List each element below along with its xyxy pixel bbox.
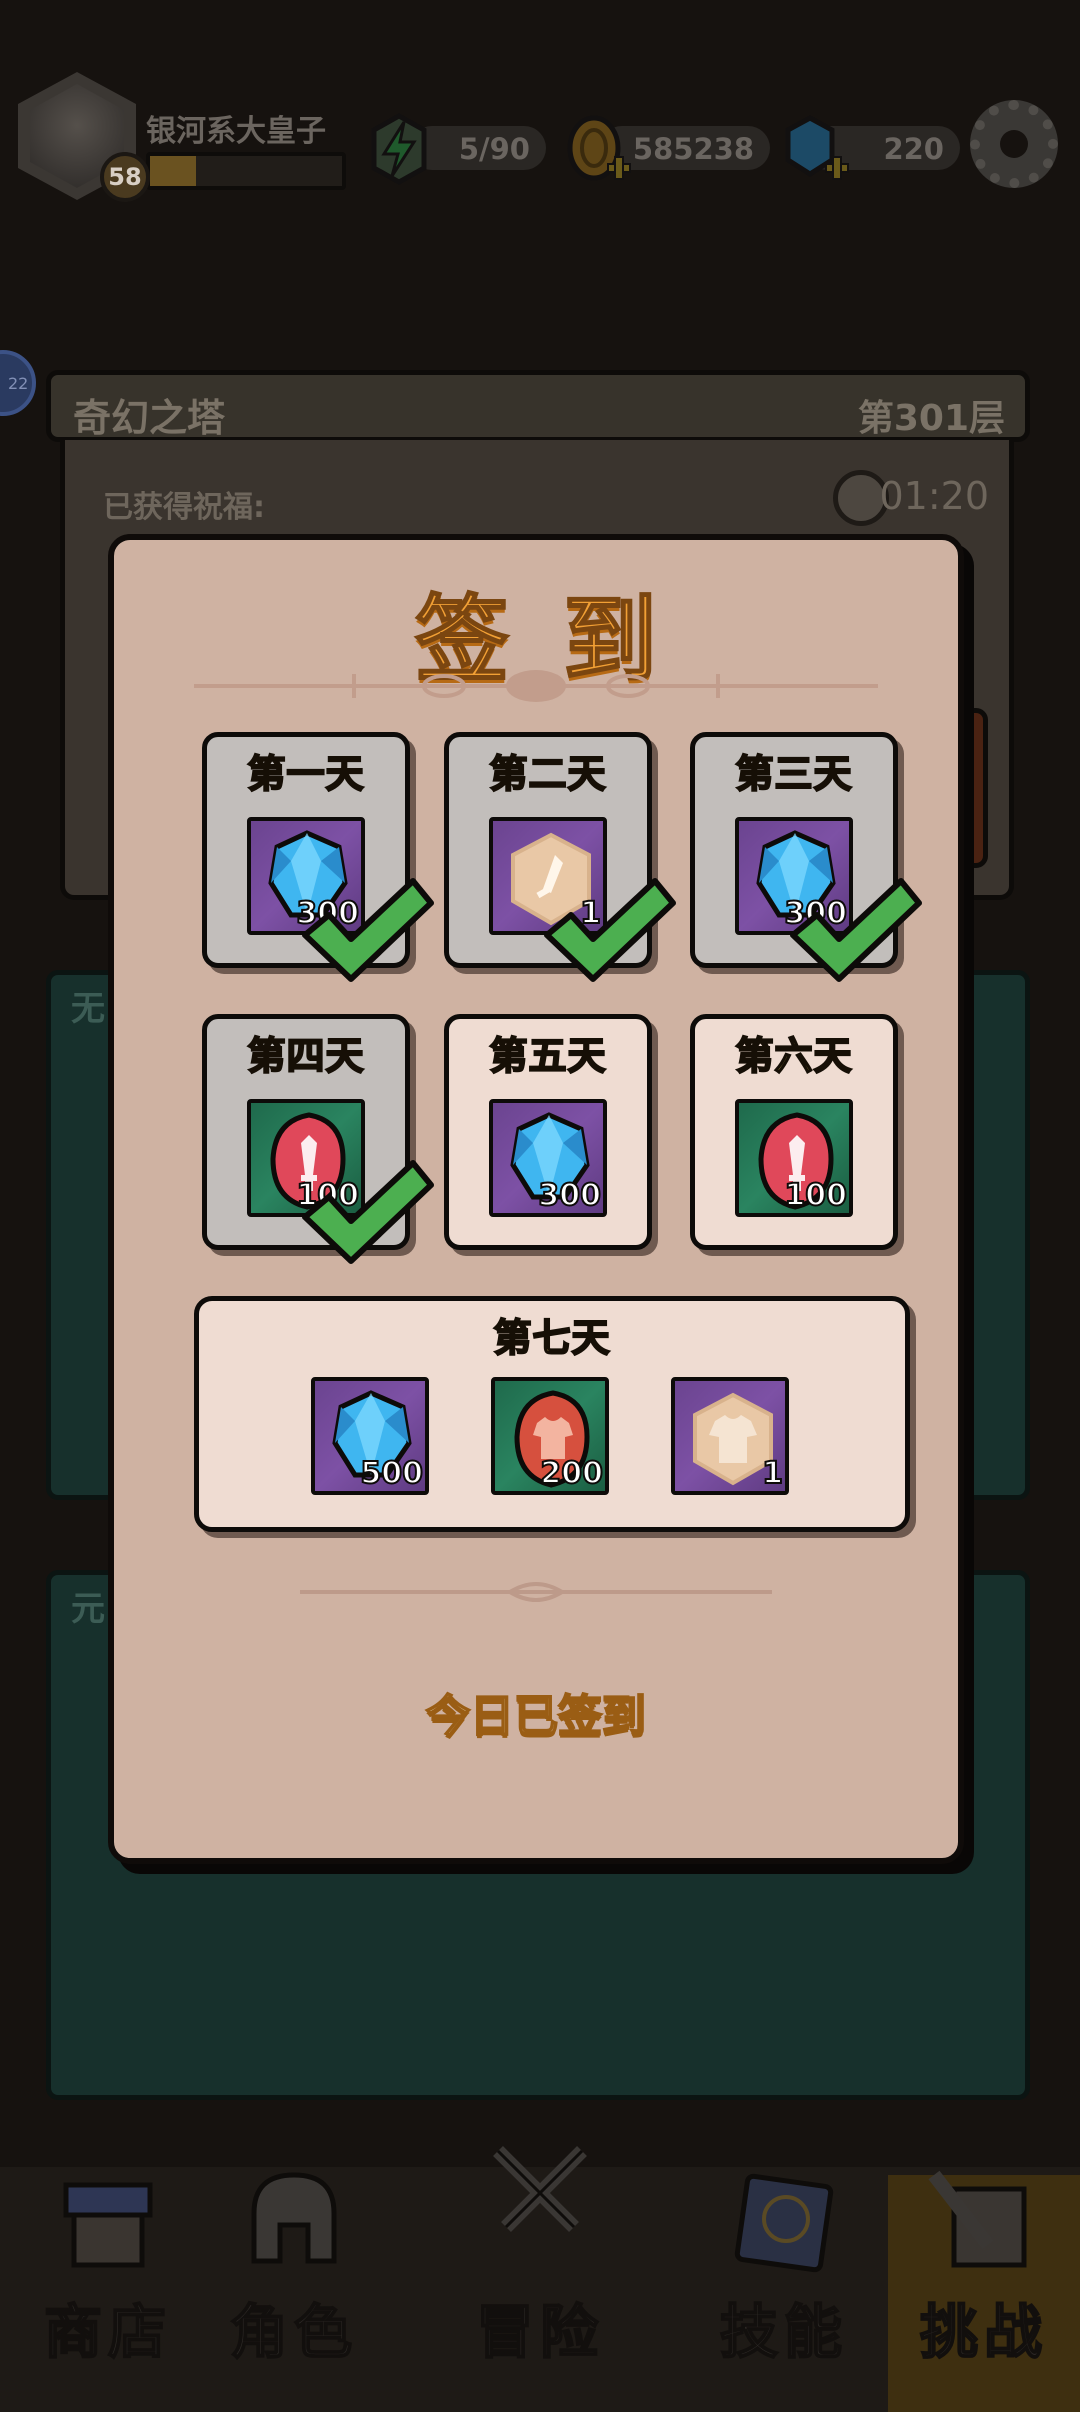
checkmark-icon xyxy=(790,878,922,982)
day-label: 第六天 xyxy=(734,1033,853,1079)
checkmark-icon xyxy=(302,878,434,982)
reward-amount: 300 xyxy=(537,1177,602,1213)
day-label: 第二天 xyxy=(488,751,607,797)
day-card-6[interactable]: 第六天 100 xyxy=(690,1014,898,1250)
reward-box: 100 xyxy=(735,1099,853,1217)
day-card-4[interactable]: 第四天 100 xyxy=(202,1014,434,1264)
reward-amount: 1 xyxy=(761,1455,784,1491)
day-label: 第一天 xyxy=(246,751,365,797)
ornament-divider-bottom xyxy=(300,1582,772,1602)
reward-amount: 500 xyxy=(359,1455,424,1491)
checkmark-icon xyxy=(544,878,676,982)
signin-modal: 签到 第一天 300 第二天 1 第三天 300 第四天 100 第五天 300… xyxy=(108,534,964,1864)
day-card-2[interactable]: 第二天 1 xyxy=(444,732,676,982)
day-card-3[interactable]: 第三天 300 xyxy=(690,732,922,982)
day7-card[interactable]: 第七天 500 200 1 xyxy=(194,1296,910,1532)
day-label: 第五天 xyxy=(488,1033,607,1079)
day-label: 第三天 xyxy=(734,751,853,797)
reward-amount: 200 xyxy=(539,1455,604,1491)
day7-reward-3: 1 xyxy=(671,1377,789,1495)
signed-in-status: 今日已签到 xyxy=(425,1690,647,1743)
ornament-divider-top xyxy=(194,670,878,702)
day-label: 第四天 xyxy=(246,1033,365,1079)
checkmark-icon xyxy=(302,1160,434,1264)
day7-label: 第七天 xyxy=(492,1315,611,1361)
reward-amount: 100 xyxy=(783,1177,848,1213)
day7-reward-1: 500 xyxy=(311,1377,429,1495)
day7-reward-2: 200 xyxy=(491,1377,609,1495)
reward-box: 300 xyxy=(489,1099,607,1217)
day-card-1[interactable]: 第一天 300 xyxy=(202,732,434,982)
day-card-5[interactable]: 第五天 300 xyxy=(444,1014,652,1250)
